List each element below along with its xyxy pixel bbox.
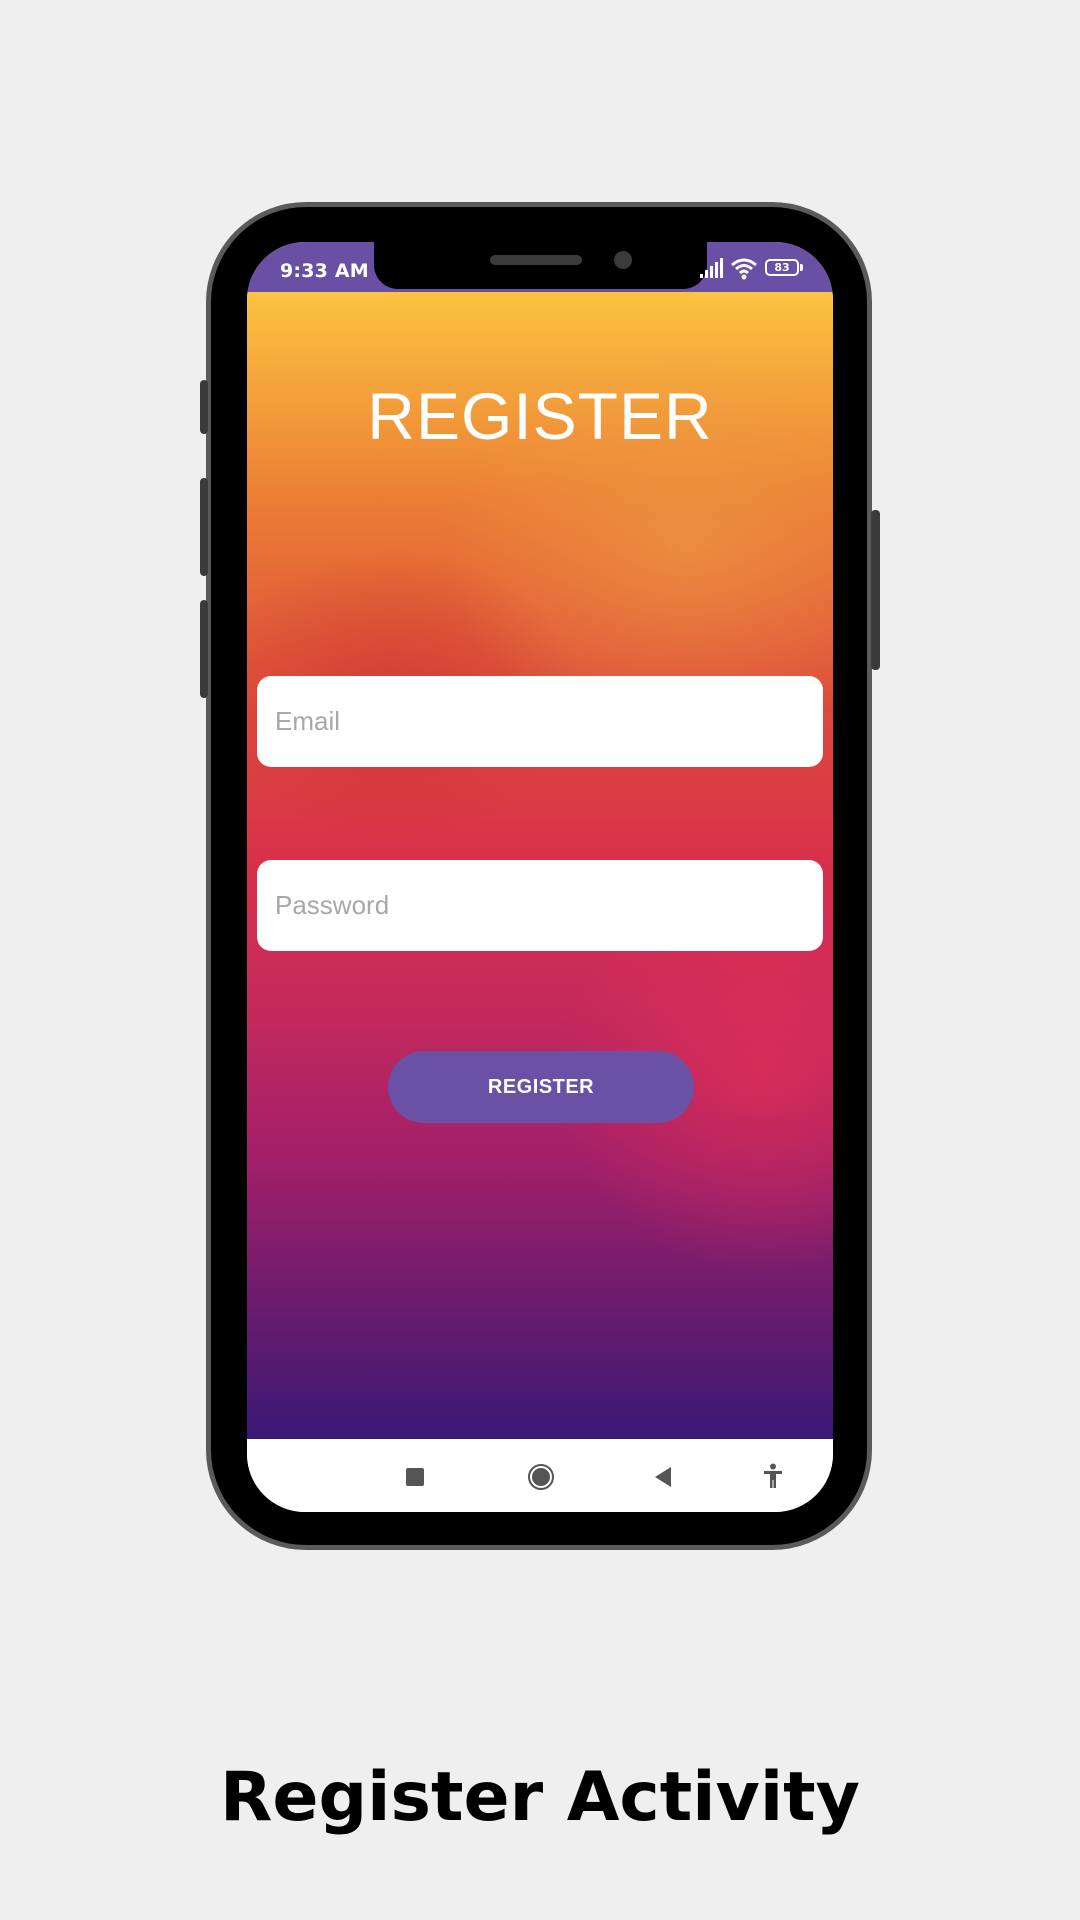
- speaker-grill: [490, 255, 582, 265]
- email-placeholder: Email: [275, 706, 341, 736]
- battery-level: 83: [774, 261, 790, 274]
- front-camera: [614, 251, 632, 269]
- signal-icon: [700, 258, 723, 278]
- back-triangle-icon[interactable]: [653, 1466, 673, 1488]
- phone-side-button: [200, 600, 208, 698]
- register-button[interactable]: REGISTER: [388, 1051, 694, 1123]
- status-icons: 83: [699, 256, 819, 282]
- page-title: REGISTER: [367, 379, 713, 453]
- register-screen: REGISTER Email Password REGISTER: [247, 292, 833, 1439]
- navigation-bar: [247, 1439, 833, 1512]
- register-button-label: REGISTER: [487, 1075, 595, 1098]
- email-field[interactable]: Email: [257, 676, 823, 767]
- battery-tip: [800, 264, 803, 271]
- wifi-icon: [731, 258, 757, 280]
- accessibility-icon[interactable]: [762, 1463, 784, 1489]
- phone-screen: 9:33 AM 83 REGISTER Email Password REGIS…: [247, 242, 833, 1512]
- recents-square-icon[interactable]: [406, 1468, 424, 1486]
- notch: [374, 242, 707, 289]
- battery-icon: 83: [765, 259, 799, 276]
- status-bar: 9:33 AM 83: [247, 242, 833, 292]
- password-field[interactable]: Password: [257, 860, 823, 951]
- caption-title: Register Activity: [220, 1758, 860, 1837]
- password-placeholder: Password: [275, 890, 390, 920]
- phone-side-button: [200, 478, 208, 576]
- phone-side-button: [200, 380, 208, 434]
- phone-side-button: [871, 510, 880, 670]
- home-circle-icon[interactable]: [527, 1463, 555, 1491]
- status-time: 9:33 AM: [280, 260, 369, 282]
